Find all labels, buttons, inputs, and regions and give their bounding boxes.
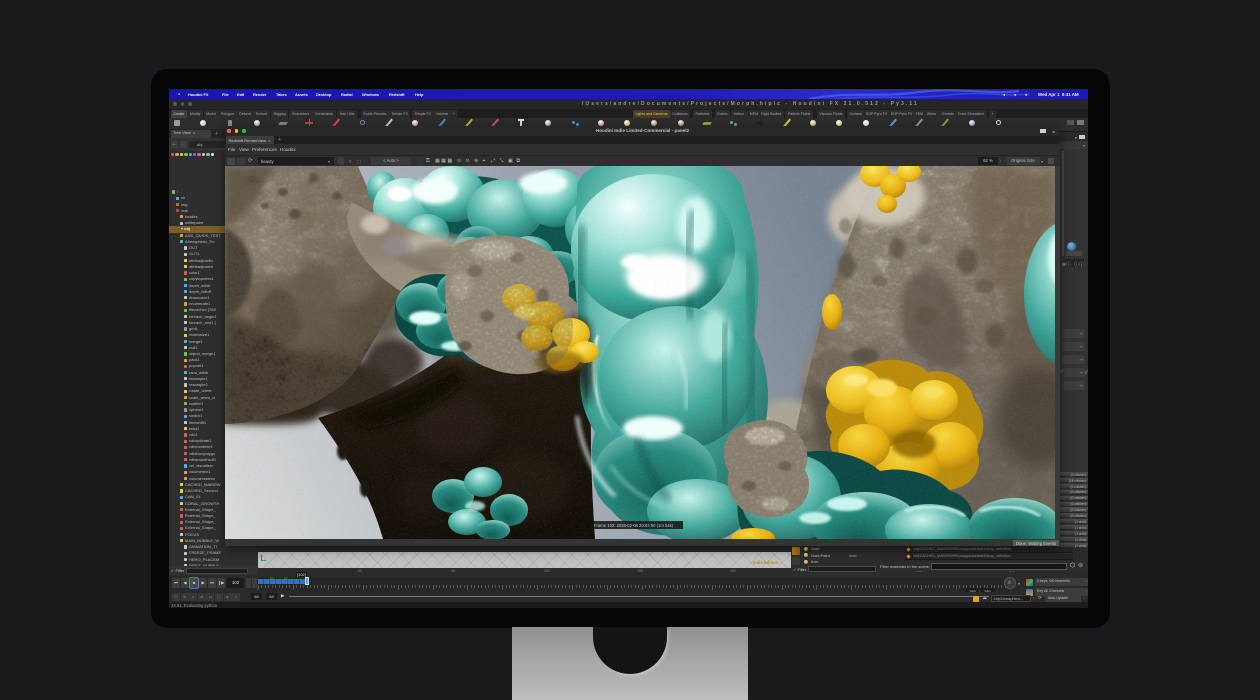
svg-text:Frame 102: 2026-02-06 20:03:50: Frame 102: 2026-02-06 20:03:50 (1m 54s) xyxy=(594,523,674,528)
